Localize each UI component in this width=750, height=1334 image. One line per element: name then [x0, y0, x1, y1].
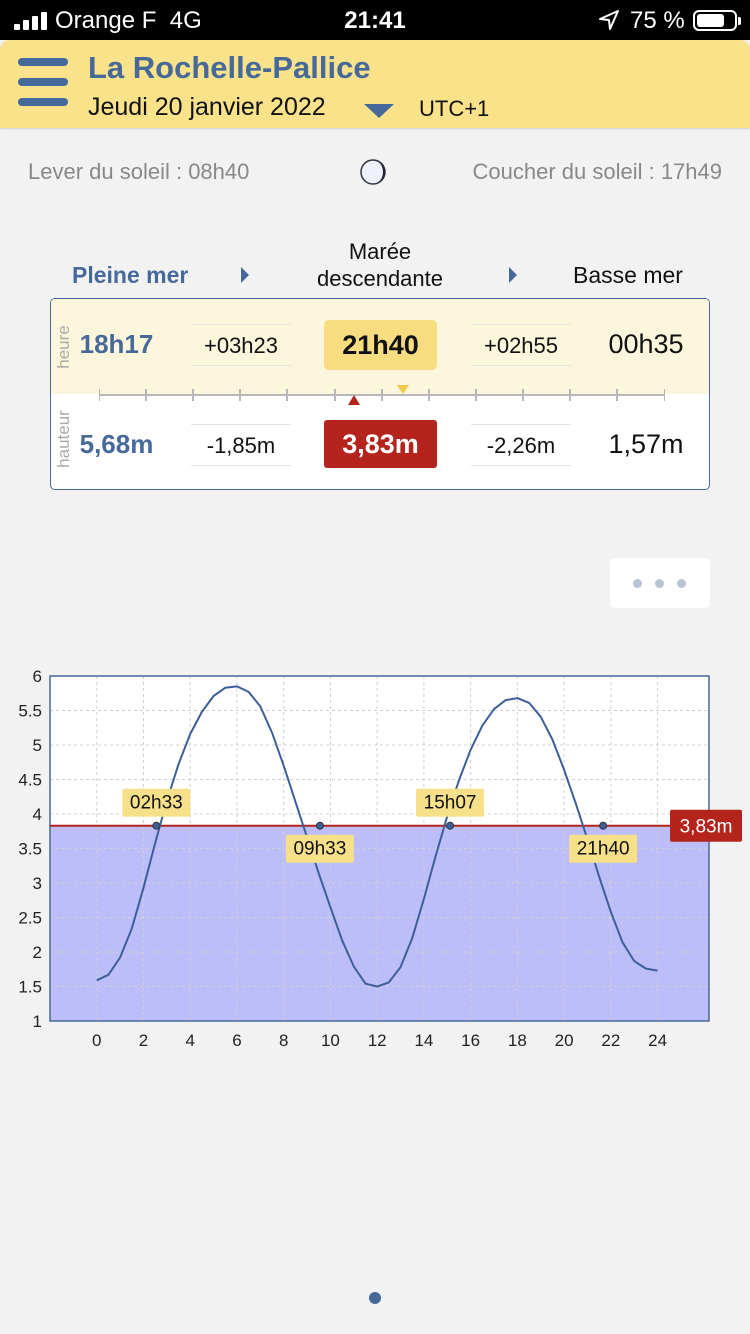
crossing-point	[446, 821, 455, 830]
y-tick-label: 1.5	[18, 978, 42, 997]
tide-table: heure hauteur 18h17 +03h23 21h40 +02h55 …	[50, 298, 710, 490]
sunset-label: Coucher du soleil : 17h49	[472, 159, 723, 184]
x-tick-label: 12	[368, 1031, 387, 1050]
y-tick-label: 5.5	[18, 702, 42, 721]
crossing-time-label: 21h40	[577, 839, 630, 860]
delta-time-1: +03h23	[191, 324, 291, 366]
chevron-down-icon[interactable]	[362, 100, 396, 120]
high-tide-time: 18h17	[79, 329, 154, 359]
x-tick-label: 0	[92, 1031, 101, 1050]
x-tick-label: 14	[414, 1031, 433, 1050]
x-tick-label: 2	[139, 1031, 148, 1050]
crossing-time-label: 09h33	[293, 839, 346, 860]
low-tide-time: 00h35	[608, 329, 684, 359]
page-title: La Rochelle-Pallice	[88, 50, 371, 85]
chevron-right-icon	[509, 267, 517, 283]
x-tick-label: 16	[461, 1031, 480, 1050]
height-marker-icon	[348, 395, 360, 405]
x-tick-label: 18	[508, 1031, 527, 1050]
y-tick-label: 2	[33, 943, 42, 962]
low-tide-height: 1,57m	[608, 429, 684, 459]
high-tide-height: 5,68m	[79, 429, 154, 459]
y-tick-label: 2.5	[18, 909, 42, 928]
delta-time-2: +02h55	[471, 324, 571, 366]
crossing-point	[152, 821, 161, 830]
x-tick-label: 10	[321, 1031, 340, 1050]
x-tick-label: 24	[648, 1031, 667, 1050]
low-tide-label: Basse mer	[573, 262, 683, 288]
page-indicator	[369, 1292, 381, 1304]
app-header: La Rochelle-Pallice Jeudi 20 janvier 202…	[0, 40, 750, 128]
chevron-right-icon	[241, 267, 249, 283]
x-tick-label: 20	[555, 1031, 574, 1050]
y-tick-label: 4.5	[18, 771, 42, 790]
crossing-time-label: 02h33	[130, 793, 183, 814]
y-tick-label: 4	[33, 805, 42, 824]
tide-chart: 11.522.533.544.555.560 2 4 6 8 10 12 14 16 18 20 22…	[18, 667, 742, 1050]
current-time: 21h40	[324, 320, 437, 370]
date-selector[interactable]: Jeudi 20 janvier 2022	[88, 93, 326, 122]
tide-state-label: Marée descendante	[317, 239, 443, 291]
x-tick-label: 8	[279, 1031, 288, 1050]
crossing-point	[315, 821, 324, 830]
y-tick-label: 1	[33, 1012, 42, 1031]
delta-height-2: -2,26m	[471, 424, 571, 466]
status-bar: Orange F 4G 21:41 75 %	[0, 0, 750, 40]
more-options-button[interactable]	[610, 558, 710, 608]
current-height: 3,83m	[324, 420, 437, 468]
crossing-time-label: 15h07	[424, 793, 477, 814]
delta-height-1: -1,85m	[191, 424, 291, 466]
location-arrow-icon	[599, 10, 619, 30]
crossing-point	[599, 821, 608, 830]
hamburger-icon	[18, 58, 68, 66]
y-tick-label: 6	[33, 667, 42, 686]
timezone-label: UTC+1	[419, 96, 490, 121]
timeline-scale	[99, 385, 665, 405]
high-tide-label: Pleine mer	[72, 262, 189, 288]
menu-button[interactable]	[18, 56, 68, 108]
x-tick-label: 22	[601, 1031, 620, 1050]
x-tick-label: 6	[232, 1031, 241, 1050]
y-tick-label: 5	[33, 736, 42, 755]
battery-icon	[693, 10, 741, 31]
sunrise-label: Lever du soleil : 08h40	[28, 159, 250, 184]
x-tick-label: 4	[185, 1031, 194, 1050]
threshold-label: 3,83m	[680, 817, 733, 838]
time-marker-icon	[397, 385, 409, 394]
moon-phase-icon	[360, 159, 386, 185]
y-tick-label: 3	[33, 874, 42, 893]
battery-percent: 75 %	[630, 7, 685, 34]
y-tick-label: 3.5	[18, 840, 42, 859]
